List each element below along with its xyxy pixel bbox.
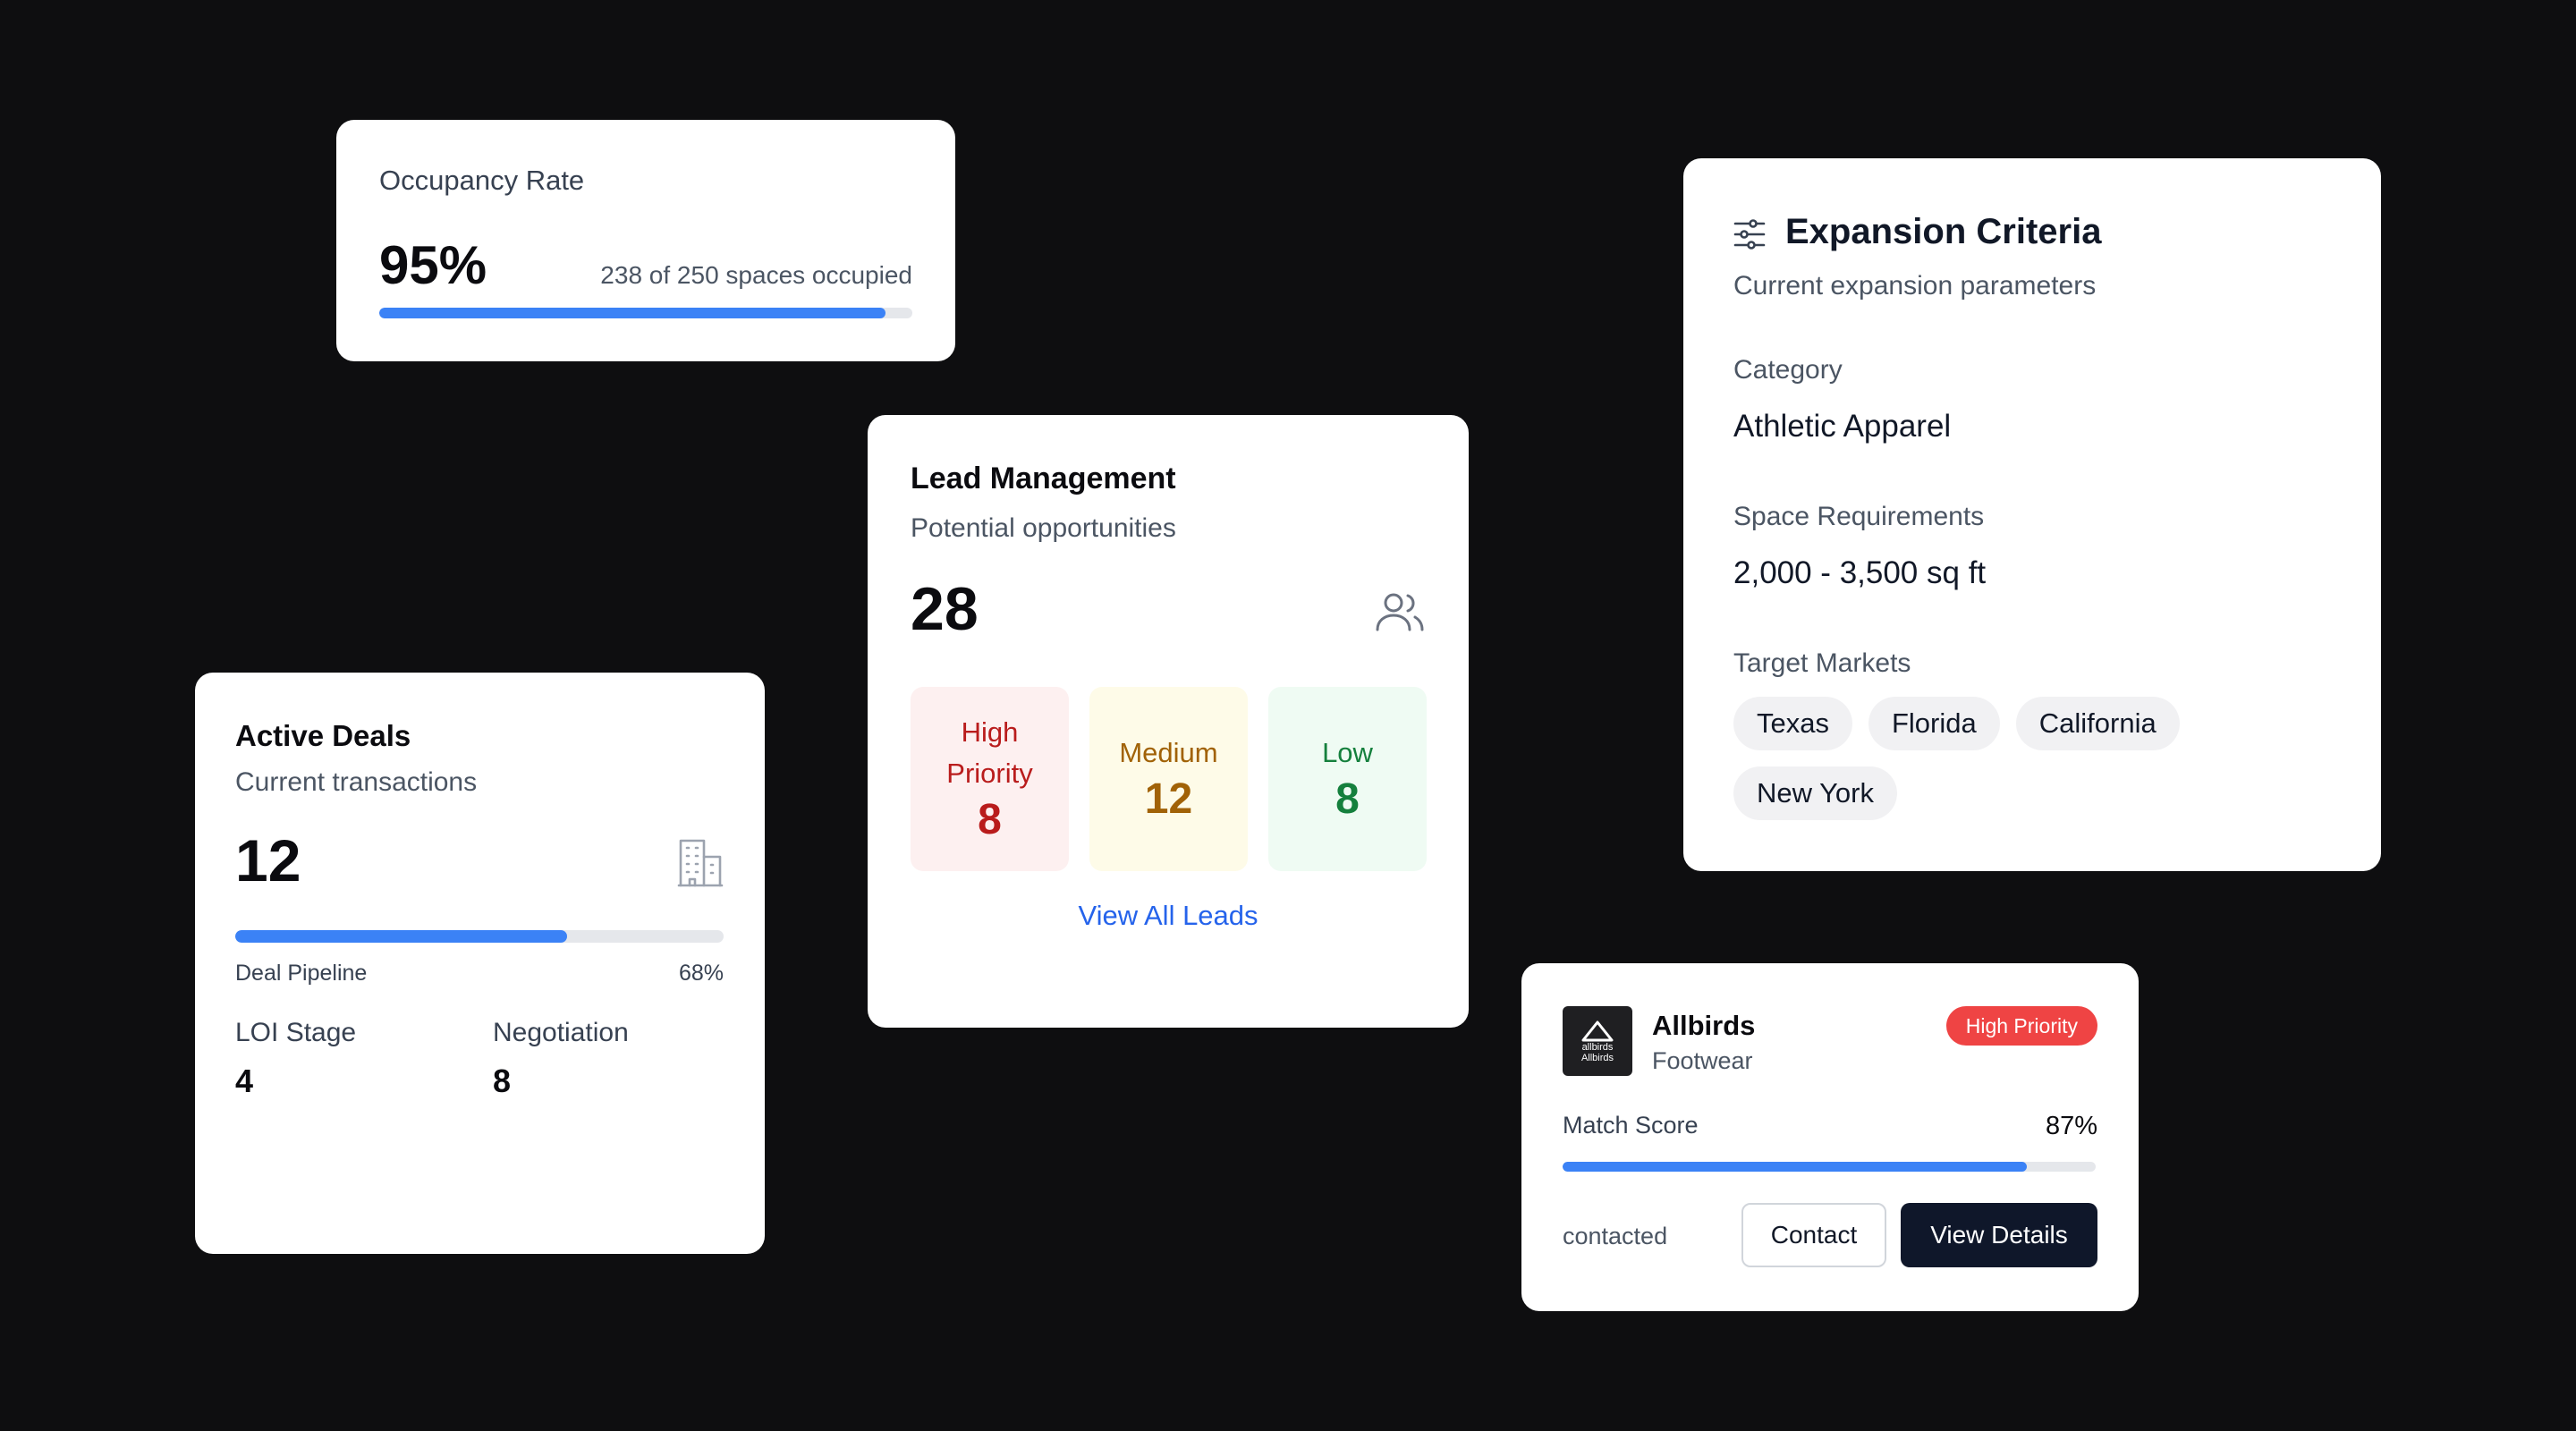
match-score-fill: [1563, 1162, 2027, 1172]
category-label: Category: [1733, 355, 1843, 385]
lead-category: Footwear: [1652, 1047, 1753, 1074]
market-chip[interactable]: Florida: [1868, 697, 2000, 750]
tile-label: High Priority: [946, 716, 1033, 789]
negotiation-value: 8: [493, 1063, 512, 1099]
lead-tile-high-priority[interactable]: High Priority 8: [911, 687, 1069, 871]
active-deals-title: Active Deals: [235, 719, 411, 752]
lead-tile-low[interactable]: Low 8: [1268, 687, 1427, 871]
deal-pipeline-track: [235, 930, 724, 943]
tile-label: Medium: [1119, 737, 1218, 768]
occupancy-value: 95%: [379, 235, 487, 295]
active-deals-total: 12: [235, 827, 301, 893]
match-score-track: [1563, 1162, 2096, 1172]
allbirds-logo: allbirds Allbirds: [1563, 1006, 1632, 1076]
tile-value: 8: [978, 796, 1002, 843]
mountain-icon: [1581, 1020, 1614, 1042]
occupancy-progress-fill: [379, 308, 886, 318]
tile-value: 12: [1144, 775, 1193, 823]
target-markets-list: Texas Florida California New York: [1733, 697, 2306, 820]
loi-stage-value: 4: [235, 1063, 254, 1099]
match-score-value: 87%: [2045, 1112, 2097, 1140]
space-requirements-value: 2,000 - 3,500 sq ft: [1733, 555, 1987, 590]
tile-label: Low: [1322, 737, 1373, 768]
lead-name: Allbirds: [1652, 1010, 1756, 1041]
lead-tile-medium[interactable]: Medium 12: [1089, 687, 1248, 871]
tile-value: 8: [1335, 775, 1360, 823]
logo-caption: Allbirds: [1580, 1053, 1614, 1063]
occupancy-card: Occupancy Rate 95% 238 of 250 spaces occ…: [336, 120, 955, 361]
expansion-subtitle: Current expansion parameters: [1733, 271, 2097, 301]
logo-text: allbirds: [1581, 1042, 1614, 1053]
lead-status: contacted: [1563, 1223, 1668, 1249]
market-chip[interactable]: California: [2015, 697, 2180, 750]
negotiation-label: Negotiation: [493, 1018, 629, 1047]
category-value: Athletic Apparel: [1733, 409, 1952, 444]
target-markets-label: Target Markets: [1733, 648, 1911, 678]
building-icon: [677, 839, 724, 887]
space-requirements-label: Space Requirements: [1733, 502, 1985, 531]
priority-badge: High Priority: [1945, 1006, 2097, 1046]
expansion-title: Expansion Criteria: [1785, 212, 2102, 251]
expansion-criteria-card: Expansion Criteria Current expansion par…: [1683, 158, 2381, 871]
lead-total: 28: [911, 575, 979, 643]
occupancy-progress-track: [379, 308, 912, 318]
lead-management-title: Lead Management: [911, 461, 1176, 495]
lead-management-subtitle: Potential opportunities: [911, 513, 1176, 543]
contact-button[interactable]: Contact: [1741, 1203, 1886, 1267]
occupancy-detail: 238 of 250 spaces occupied: [600, 261, 912, 289]
view-all-leads-link[interactable]: View All Leads: [868, 900, 1469, 932]
match-score-label: Match Score: [1563, 1112, 1699, 1139]
deal-pipeline-value: 68%: [678, 961, 724, 986]
view-details-button[interactable]: View Details: [1901, 1203, 2097, 1267]
market-chip[interactable]: Texas: [1733, 697, 1852, 750]
active-deals-subtitle: Current transactions: [235, 767, 478, 797]
deal-pipeline-fill: [235, 930, 568, 943]
lead-management-card: Lead Management Potential opportunities …: [868, 415, 1469, 1028]
lead-card-allbirds: allbirds Allbirds Allbirds Footwear High…: [1521, 963, 2139, 1311]
users-icon: [1376, 593, 1424, 631]
deal-pipeline-label: Deal Pipeline: [235, 961, 368, 986]
occupancy-title: Occupancy Rate: [379, 165, 585, 196]
loi-stage-label: LOI Stage: [235, 1018, 357, 1047]
market-chip[interactable]: New York: [1733, 766, 1897, 820]
sliders-icon: [1733, 219, 1766, 250]
active-deals-card: Active Deals Current transactions 12 Dea…: [195, 673, 765, 1254]
